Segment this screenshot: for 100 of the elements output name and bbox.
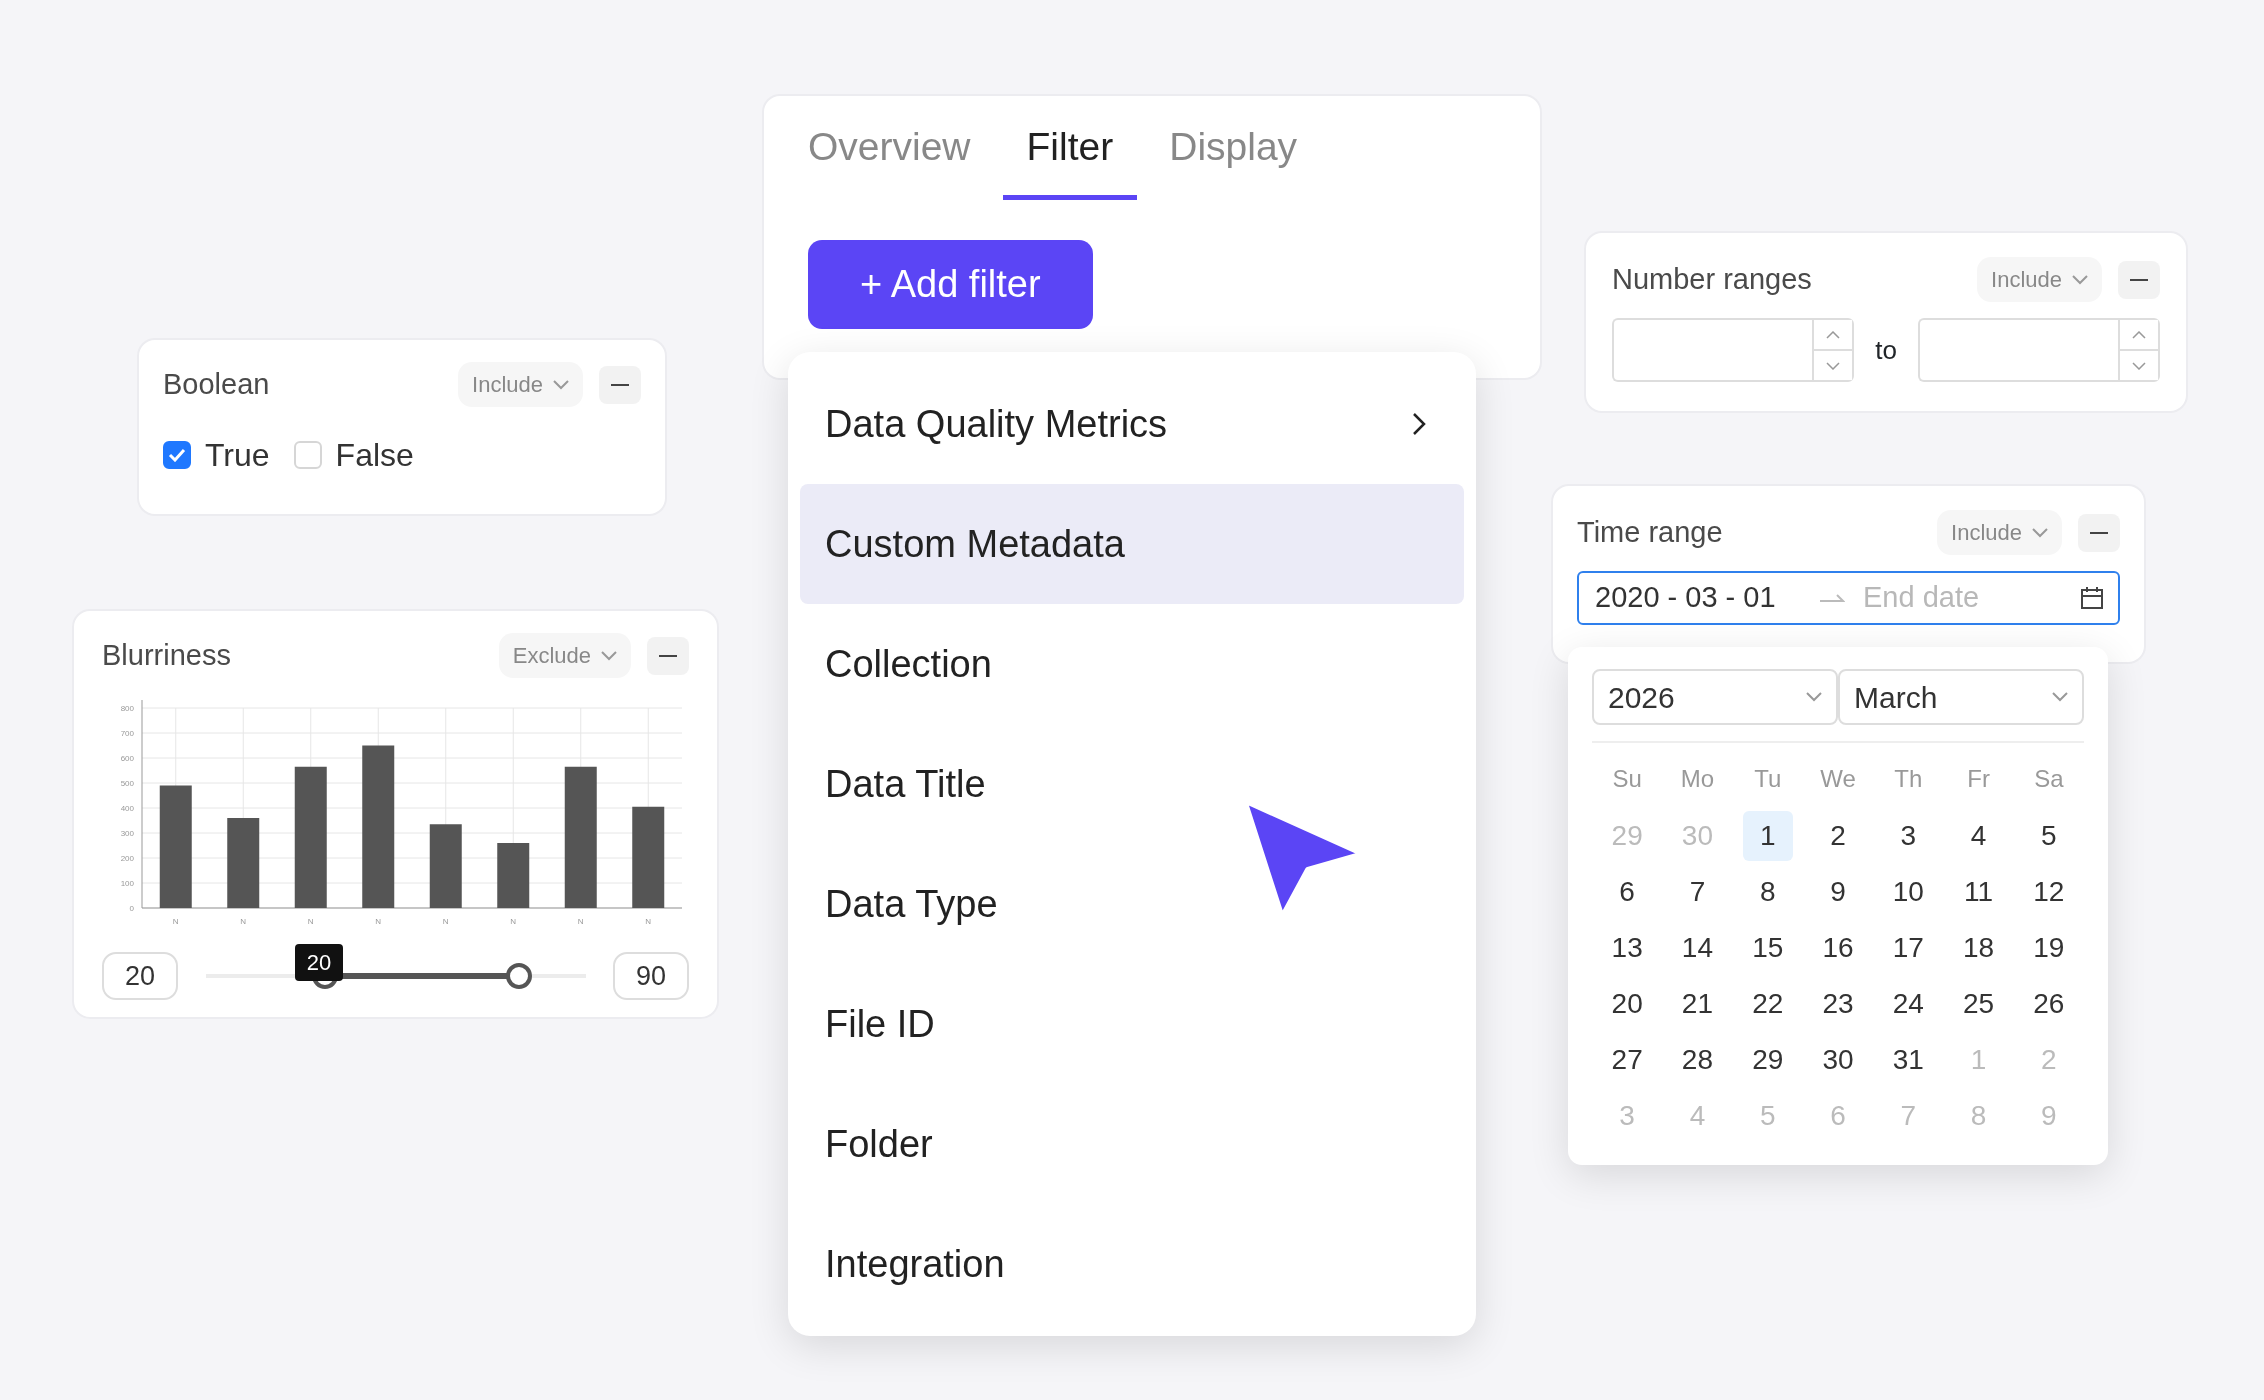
calendar-day[interactable]: 17 (1883, 923, 1934, 973)
select-dropdown[interactable]: 2026 (1592, 669, 1838, 725)
calendar-day[interactable]: 9 (1813, 867, 1863, 917)
weekday-label: Th (1893, 764, 1924, 794)
checkmark-icon (168, 448, 186, 462)
calendar-day[interactable]: 21 (1672, 979, 1723, 1029)
add-filter-button[interactable]: + Add filter (808, 239, 1093, 329)
axis-tick-label: 0 (129, 904, 134, 913)
menu-item[interactable]: Data Quality Metrics (800, 364, 1464, 484)
calendar-day[interactable]: 13 (1602, 923, 1653, 973)
calendar-day[interactable]: 24 (1883, 979, 1934, 1029)
min-value-field[interactable]: 20 (102, 952, 178, 1000)
remove-button[interactable] (599, 365, 641, 404)
chevron-down-icon (2132, 361, 2146, 370)
axis-tick-label: 800 (120, 704, 134, 713)
value-tooltip: 20 (294, 944, 344, 981)
calendar-day[interactable]: 11 (1953, 867, 2004, 917)
axis-tick-label: 500 (120, 779, 134, 788)
menu-item[interactable]: Collection (800, 604, 1464, 724)
calendar-day[interactable]: 28 (1672, 1035, 1723, 1085)
calendar-day[interactable]: 22 (1742, 979, 1793, 1029)
remove-button[interactable] (647, 636, 689, 675)
axis-tick-label: 200 (120, 854, 134, 863)
calendar-day[interactable]: 12 (2023, 867, 2074, 917)
minus-icon (2130, 278, 2148, 281)
card-title: Blurriness (102, 637, 231, 673)
calendar-day[interactable]: 8 (1742, 867, 1793, 917)
menu-item[interactable]: Data Type (800, 844, 1464, 964)
calendar-day[interactable]: 31 (1883, 1035, 1934, 1085)
weekday-label: Sa (2033, 764, 2065, 794)
date-range-field[interactable]: 2020 - 03 - 01 End date (1577, 571, 2120, 625)
calendar-day[interactable]: 15 (1742, 923, 1793, 973)
menu-item[interactable]: Data Title (800, 724, 1464, 844)
remove-button[interactable] (2078, 513, 2120, 552)
minus-icon (659, 654, 677, 657)
tab[interactable]: Display (1145, 104, 1322, 200)
minus-icon (2090, 531, 2108, 534)
calendar-day[interactable]: 29 (1742, 1035, 1793, 1085)
start-date-input[interactable]: 2020 - 03 - 01 (1593, 575, 1803, 621)
chevron-up-icon (2132, 330, 2146, 339)
calendar-day[interactable]: 6 (1602, 867, 1653, 917)
calendar-day[interactable]: 1 (1742, 811, 1793, 861)
weekday-label: Su (1611, 764, 1643, 794)
bar (497, 843, 530, 908)
checkbox-label: True (205, 436, 270, 475)
weekday-label: Fr (1966, 764, 1991, 794)
calendar-day[interactable]: 3 (1883, 811, 1934, 861)
calendar-day[interactable]: 26 (2023, 979, 2074, 1029)
calendar-icon (2080, 586, 2104, 610)
axis-tick-label: N (307, 917, 314, 926)
axis-tick-label: N (375, 917, 382, 926)
axis-tick-label: 100 (120, 879, 134, 888)
calendar-day[interactable]: 5 (2023, 811, 2074, 861)
axis-tick-label: N (577, 917, 584, 926)
checkbox[interactable] (163, 441, 191, 469)
calendar-day[interactable]: 10 (1883, 867, 1934, 917)
menu-item[interactable]: Integration (800, 1204, 1464, 1324)
card-title: Number ranges (1612, 261, 1812, 297)
calendar-day[interactable]: 25 (1953, 979, 2004, 1029)
axis-tick-label: 400 (120, 804, 134, 813)
calendar-day[interactable]: 30 (1813, 1035, 1863, 1085)
calendar-day[interactable]: 20 (1602, 979, 1653, 1029)
chevron-down-icon (601, 650, 617, 661)
axis-tick-label: N (645, 917, 652, 926)
axis-tick-label: 300 (120, 829, 134, 838)
number-field[interactable] (1612, 318, 1812, 382)
menu-item[interactable]: Folder (800, 1084, 1464, 1204)
card-title: Time range (1577, 514, 1723, 550)
calendar-day[interactable]: 27 (1602, 1035, 1653, 1085)
weekday-label: We (1819, 764, 1857, 794)
card-title: Boolean (163, 366, 270, 402)
remove-button[interactable] (2118, 260, 2160, 299)
weekday-label: Tu (1753, 764, 1783, 794)
checkbox-label: False (335, 436, 414, 475)
axis-tick-label: 600 (120, 754, 134, 763)
chevron-down-icon (2032, 527, 2048, 538)
decrement-button[interactable] (2120, 349, 2158, 380)
chevron-down-icon (2072, 274, 2088, 285)
menu-item[interactable]: File ID (800, 964, 1464, 1084)
calendar-day[interactable]: 23 (1813, 979, 1863, 1029)
tab[interactable]: Overview (784, 104, 995, 200)
calendar-day[interactable]: 2 (1813, 811, 1863, 861)
calendar-day[interactable]: 14 (1672, 923, 1723, 973)
end-date-input[interactable]: End date (1861, 575, 2064, 621)
max-value-field[interactable]: 90 (613, 952, 689, 1000)
tab[interactable]: Filter (1002, 104, 1138, 200)
chevron-right-icon (1412, 412, 1426, 436)
calendar-day[interactable]: 4 (1953, 811, 2004, 861)
decrement-button[interactable] (1814, 349, 1852, 380)
chevron-down-icon (1826, 361, 1840, 370)
menu-item[interactable]: Custom Metadata (800, 484, 1464, 604)
calendar-day[interactable]: 18 (1953, 923, 2004, 973)
chevron-down-icon (553, 379, 569, 390)
slider-thumb[interactable] (506, 963, 533, 989)
number-field[interactable] (1918, 318, 2118, 382)
calendar-day[interactable]: 19 (2023, 923, 2074, 973)
axis-tick-label: N (510, 917, 517, 926)
calendar-day[interactable]: 7 (1672, 867, 1723, 917)
calendar-day[interactable]: 16 (1813, 923, 1863, 973)
select-dropdown[interactable]: March (1838, 669, 2084, 725)
